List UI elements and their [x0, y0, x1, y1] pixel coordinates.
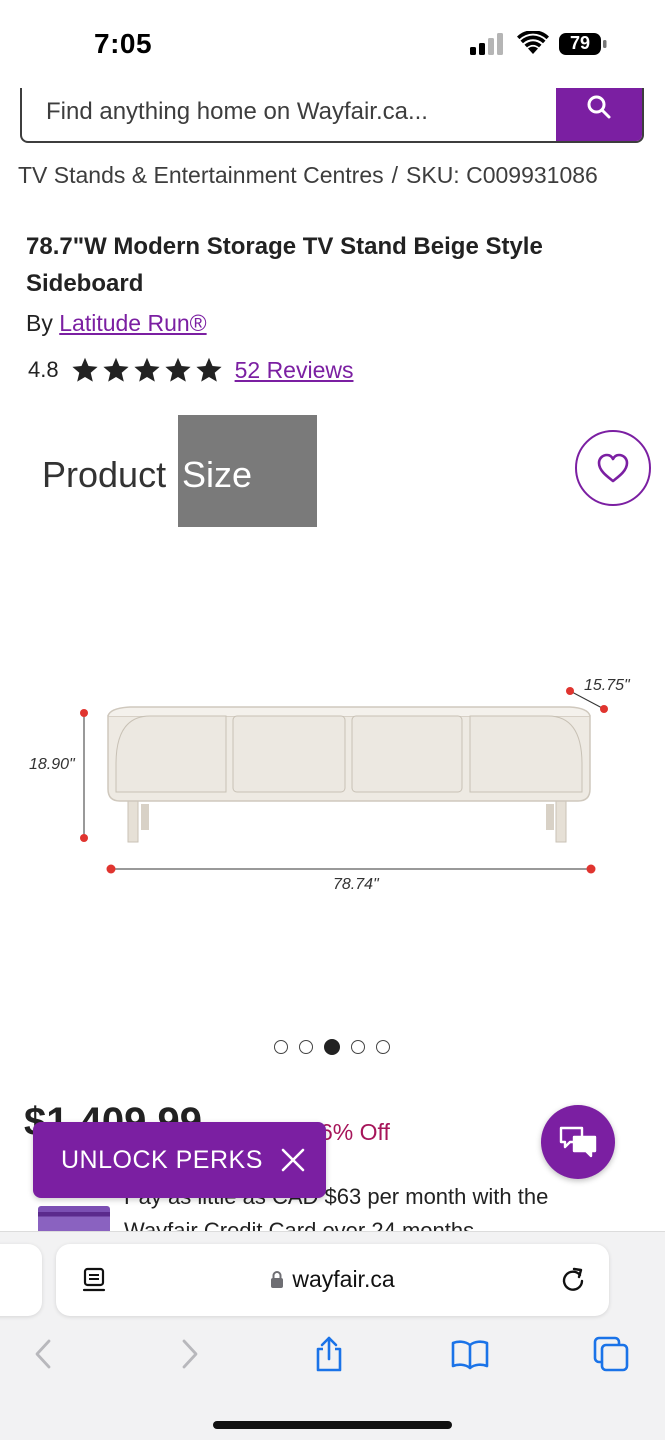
url-text: wayfair.ca: [292, 1266, 395, 1292]
dimension-depth: 15.75": [584, 677, 630, 694]
search-button[interactable]: [556, 88, 642, 141]
discount-label: 6% Off: [320, 1119, 390, 1145]
browser-toolbar: wayfair.ca: [0, 1231, 665, 1440]
image-carousel-dots: [274, 1039, 390, 1055]
star-rating: [71, 356, 223, 384]
tabs-button[interactable]: [589, 1332, 633, 1376]
unlock-perks-banner[interactable]: UNLOCK PERKS: [33, 1122, 326, 1198]
unlock-perks-label: UNLOCK PERKS: [61, 1145, 263, 1174]
lock-icon: [271, 1271, 284, 1288]
carousel-dot[interactable]: [351, 1040, 365, 1054]
close-icon[interactable]: [280, 1147, 306, 1173]
cellular-signal-icon: [470, 33, 503, 55]
url-display: wayfair.ca: [56, 1266, 609, 1293]
star-icon: [71, 357, 98, 382]
product-image[interactable]: Product Size 15.75" 18.90" 78.74": [0, 404, 665, 1024]
home-indicator: [213, 1421, 452, 1429]
brand-line: By Latitude Run®: [26, 310, 207, 337]
chat-button[interactable]: [541, 1105, 615, 1179]
breadcrumb: TV Stands & Entertainment Centres / SKU: C…: [18, 162, 598, 189]
wifi-icon: [517, 31, 549, 54]
dimension-height: 18.90": [29, 756, 75, 773]
star-icon: [133, 357, 160, 382]
dimension-width: 78.74": [333, 876, 379, 893]
carousel-dot[interactable]: [299, 1040, 313, 1054]
rating-value: 4.8: [28, 357, 59, 382]
favorite-button[interactable]: [575, 430, 651, 506]
share-button[interactable]: [307, 1332, 351, 1376]
tabs-icon: [593, 1336, 629, 1372]
star-icon: [102, 357, 129, 382]
back-icon: [35, 1339, 51, 1369]
rating-row: 4.8 52 Reviews: [28, 354, 353, 386]
bookmarks-button[interactable]: [448, 1332, 492, 1376]
forward-button[interactable]: [167, 1332, 211, 1376]
breadcrumb-separator: /: [391, 162, 399, 188]
carousel-dot[interactable]: [376, 1040, 390, 1054]
breadcrumb-category[interactable]: TV Stands & Entertainment Centres: [18, 162, 384, 188]
carousel-dot[interactable]: [274, 1040, 288, 1054]
carousel-dot[interactable]: [324, 1039, 340, 1055]
tv-stand-illustration: [80, 687, 608, 874]
share-icon: [316, 1336, 342, 1372]
star-icon: [195, 357, 222, 382]
by-label: By: [26, 310, 53, 336]
previous-tab-edge[interactable]: [0, 1244, 42, 1316]
star-icon: [164, 357, 191, 382]
status-bar: 7:05 79: [0, 0, 665, 88]
search-input[interactable]: [46, 94, 556, 130]
chat-icon: [559, 1126, 597, 1158]
heart-icon: [597, 453, 629, 483]
search-icon: [587, 95, 611, 119]
search-bar: [20, 88, 644, 143]
breadcrumb-sku: SKU: C009931086: [406, 162, 598, 188]
brand-link[interactable]: Latitude Run®: [59, 310, 206, 336]
reload-icon[interactable]: [559, 1266, 587, 1294]
battery-percent: 79: [569, 33, 591, 53]
bookmarks-icon: [451, 1340, 489, 1370]
product-title: 78.7"W Modern Storage TV Stand Beige Sty…: [26, 233, 543, 297]
battery-indicator: 79: [558, 32, 608, 56]
status-time: 7:05: [94, 28, 153, 59]
forward-icon: [182, 1339, 198, 1369]
reviews-link[interactable]: 52 Reviews: [235, 357, 354, 384]
address-bar[interactable]: wayfair.ca: [56, 1244, 609, 1316]
back-button[interactable]: [22, 1332, 66, 1376]
browser-nav-row: [0, 1332, 665, 1382]
